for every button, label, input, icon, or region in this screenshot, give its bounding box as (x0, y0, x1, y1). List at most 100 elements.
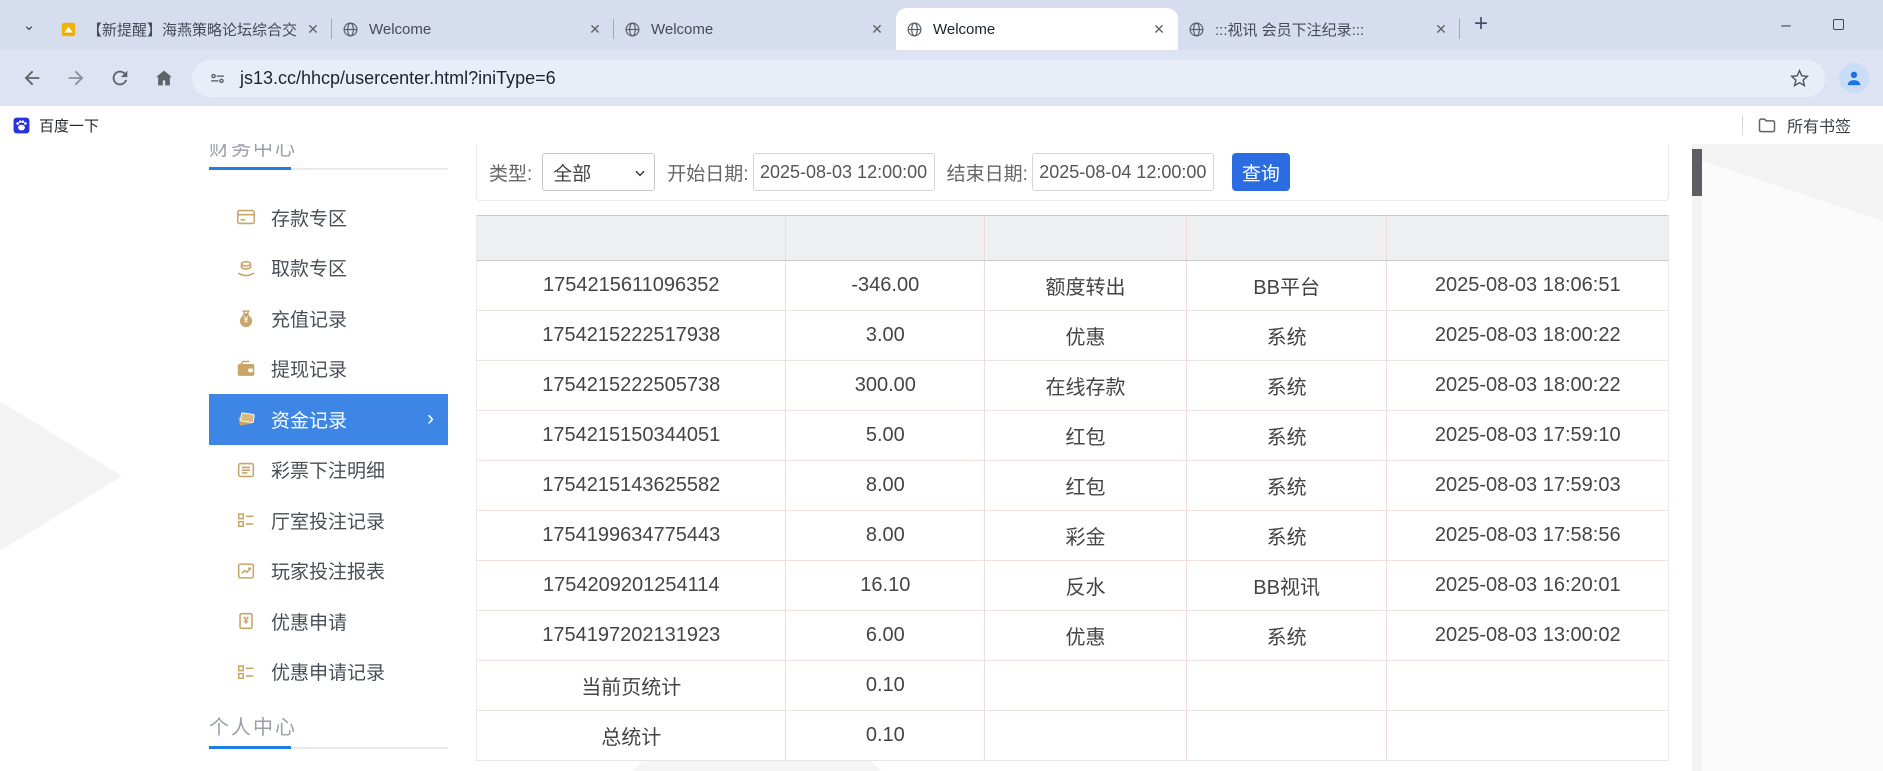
chart-doc-icon (235, 560, 257, 582)
all-bookmarks-label: 所有书签 (1787, 113, 1851, 137)
page-right-gutter (1702, 144, 1883, 771)
grid-list-icon (235, 661, 257, 683)
browser-tab[interactable]: 【新提醒】海燕策略论坛综合交 ✕ (50, 8, 332, 50)
forum-icon (60, 20, 78, 38)
start-date-input[interactable]: 2025-08-03 12:00:00 (753, 153, 935, 191)
cell-type (985, 661, 1187, 710)
browser-tab[interactable]: Welcome ✕ (896, 8, 1178, 50)
main-panel: 类型: 全部 开始日期: 2025-08-03 12:00:00 结束日期: 2… (476, 144, 1669, 761)
cell-amount: 0.10 (786, 661, 985, 710)
sidebar-item[interactable]: 提现记录 (209, 344, 448, 395)
home-icon (153, 67, 175, 89)
cell-project: 系统 (1187, 411, 1388, 460)
bookmark-baidu[interactable]: 百度一下 (12, 115, 99, 136)
forward-arrow-icon (65, 67, 87, 89)
tab-search-button[interactable]: ⌄ (16, 12, 42, 38)
sidebar-item[interactable]: 存款专区 (209, 192, 448, 243)
cell-time: 2025-08-03 16:20:01 (1387, 561, 1668, 610)
sidebar: 财务中心 存款专区 取款专区 ¥ 充值记录 (209, 144, 448, 749)
cell-type: 优惠 (985, 611, 1187, 660)
page-content: 财务中心 存款专区 取款专区 ¥ 充值记录 (0, 144, 1883, 771)
cell-project: 系统 (1187, 311, 1388, 360)
sidebar-menu: 存款专区 取款专区 ¥ 充值记录 提现记录 (209, 192, 448, 697)
bookmark-star-icon[interactable] (1790, 69, 1809, 88)
cell-time (1387, 711, 1668, 760)
table-row: 1754215222505738 300.00 在线存款 系统 2025-08-… (477, 361, 1668, 411)
list-doc-icon (235, 459, 257, 481)
browser-tab[interactable]: Welcome ✕ (614, 8, 896, 50)
table-header-row (477, 215, 1668, 261)
minimize-button[interactable]: – (1775, 15, 1797, 35)
table-row: 总统计 0.10 (477, 711, 1668, 761)
tab-title: :::视讯 会员下注纪录::: (1215, 19, 1432, 40)
table-row: 当前页统计 0.10 (477, 661, 1668, 711)
forward-button[interactable] (59, 61, 93, 95)
page-scrollbar[interactable] (1692, 144, 1702, 771)
cell-amount: -346.00 (786, 261, 985, 310)
type-select-value: 全部 (553, 159, 591, 186)
cell-amount: 5.00 (786, 411, 985, 460)
cell-time: 2025-08-03 18:06:51 (1387, 261, 1668, 310)
cell-project: 系统 (1187, 461, 1388, 510)
back-arrow-icon (21, 67, 43, 89)
table-header-cell (477, 216, 786, 260)
sidebar-item[interactable]: 资金记录 › (209, 394, 448, 445)
cell-amount: 6.00 (786, 611, 985, 660)
reload-button[interactable] (103, 61, 137, 95)
sidebar-item-label: 厅室投注记录 (271, 507, 385, 534)
sidebar-item[interactable]: 取款专区 (209, 243, 448, 294)
window-controls: – ✕ (1775, 0, 1883, 50)
browser-tab[interactable]: :::视讯 会员下注纪录::: ✕ (1178, 8, 1460, 50)
chevron-down-icon (633, 166, 647, 180)
sidebar-item[interactable]: ¥ 充值记录 (209, 293, 448, 344)
tab-close-icon[interactable]: ✕ (1432, 21, 1450, 38)
cell-order-id: 1754215222505738 (477, 361, 786, 410)
profile-avatar[interactable] (1839, 63, 1869, 93)
sidebar-item-label: 彩票下注明细 (271, 456, 385, 483)
sidebar-item[interactable]: 优惠申请记录 (209, 647, 448, 698)
end-date-label: 结束日期: (947, 159, 1028, 186)
cell-type: 额度转出 (985, 261, 1187, 310)
browser-tab[interactable]: Welcome ✕ (332, 8, 614, 50)
end-date-input[interactable]: 2025-08-04 12:00:00 (1032, 153, 1214, 191)
type-select[interactable]: 全部 (542, 153, 655, 191)
maximize-restore-button[interactable] (1827, 15, 1849, 35)
home-button[interactable] (147, 61, 181, 95)
sidebar-item-label: 取款专区 (271, 254, 347, 281)
sidebar-item-label: 充值记录 (271, 305, 347, 332)
close-window-button[interactable]: ✕ (1879, 15, 1883, 35)
tab-close-icon[interactable]: ✕ (304, 21, 322, 38)
cell-amount: 3.00 (786, 311, 985, 360)
globe-icon (342, 20, 360, 38)
tab-title: Welcome (651, 21, 868, 38)
sidebar-item[interactable]: 彩票下注明细 (209, 445, 448, 496)
table-row: 1754197202131923 6.00 优惠 系统 2025-08-03 1… (477, 611, 1668, 661)
cell-type (985, 711, 1187, 760)
cell-project (1187, 711, 1388, 760)
start-date-label: 开始日期: (667, 159, 748, 186)
url-bar[interactable]: js13.cc/hhcp/usercenter.html?iniType=6 (192, 60, 1825, 97)
table-row: 1754215150344051 5.00 红包 系统 2025-08-03 1… (477, 411, 1668, 461)
scrollbar-thumb[interactable] (1692, 149, 1702, 196)
tab-close-icon[interactable]: ✕ (586, 21, 604, 38)
new-tab-button[interactable]: + (1474, 10, 1488, 38)
sidebar-item[interactable]: 优惠申请 (209, 596, 448, 647)
sidebar-item[interactable]: 玩家投注报表 (209, 546, 448, 597)
all-bookmarks-button[interactable]: 所有书签 (1742, 106, 1883, 144)
tab-close-icon[interactable]: ✕ (1150, 21, 1168, 38)
sidebar-item[interactable]: 厅室投注记录 (209, 495, 448, 546)
cell-time (1387, 661, 1668, 710)
cell-amount: 8.00 (786, 511, 985, 560)
grid-list-icon (235, 509, 257, 531)
tab-close-icon[interactable]: ✕ (868, 21, 886, 38)
ticket-icon (235, 610, 257, 632)
search-button[interactable]: 查询 (1232, 153, 1290, 191)
decorative-triangle-right (1702, 144, 1883, 284)
bookmarks-divider (1742, 115, 1743, 135)
tab-bar: ⌄ 【新提醒】海燕策略论坛综合交 ✕ Welcome ✕ Welcome ✕ W… (0, 0, 1883, 50)
back-button[interactable] (15, 61, 49, 95)
cell-project: BB平台 (1187, 261, 1388, 310)
cell-type: 在线存款 (985, 361, 1187, 410)
restore-icon (1833, 19, 1844, 30)
site-settings-icon (208, 69, 227, 88)
